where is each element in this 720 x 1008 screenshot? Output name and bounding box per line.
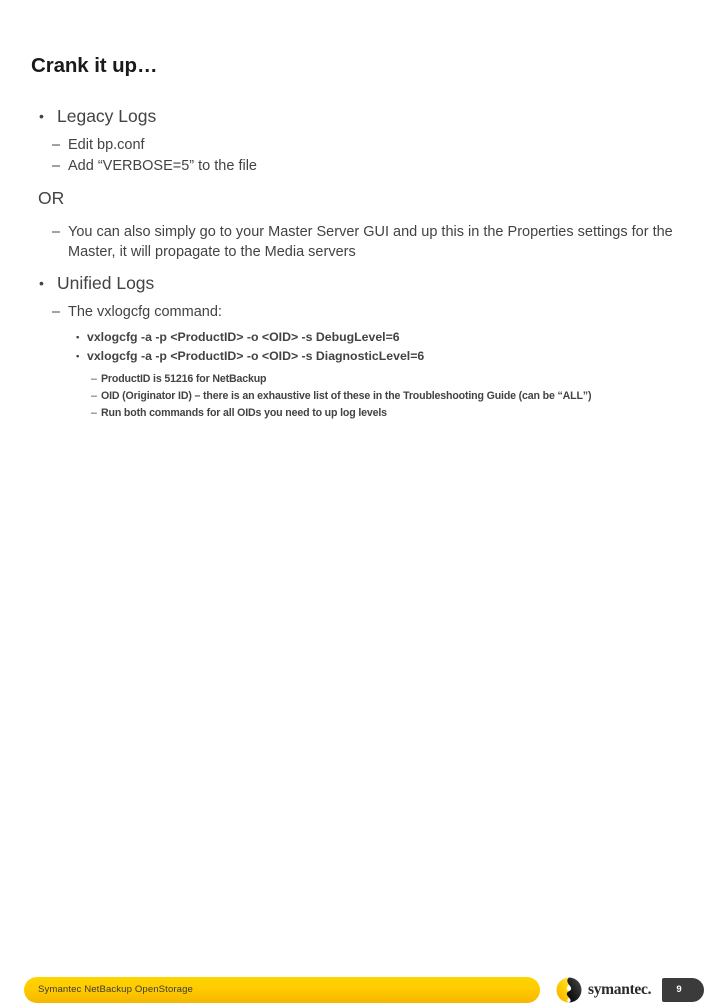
bullet-marker-dot: • bbox=[76, 332, 80, 343]
bullet-marker-dash: – bbox=[52, 158, 61, 174]
note-text: OID (Originator ID) – there is an exhaus… bbox=[101, 390, 592, 402]
bullet-text: OR bbox=[38, 188, 65, 208]
bullet-marker-dash: – bbox=[91, 373, 97, 385]
note-text: ProductID is 51216 for NetBackup bbox=[101, 373, 267, 385]
bullet-marker-dash: – bbox=[52, 304, 61, 320]
bullet-level4: – ProductID is 51216 for NetBackup bbox=[0, 371, 720, 388]
bullet-marker-dash: – bbox=[91, 390, 97, 402]
bullet-level3: • vxlogcfg -a -p <ProductID> -o <OID> -s… bbox=[0, 328, 720, 347]
bullet-level2: – Edit bp.conf bbox=[0, 135, 720, 156]
symantec-checkmark-icon bbox=[556, 977, 582, 1003]
bullet-text: Edit bp.conf bbox=[68, 137, 145, 153]
page-title: Crank it up… bbox=[31, 54, 158, 77]
bullet-level3: • vxlogcfg -a -p <ProductID> -o <OID> -s… bbox=[0, 347, 720, 366]
footer-banner-label: Symantec NetBackup OpenStorage bbox=[38, 984, 193, 995]
bullet-text: Legacy Logs bbox=[57, 106, 157, 126]
slide: Crank it up… • Legacy Logs – Edit bp.con… bbox=[0, 0, 720, 1003]
bullet-level1: • Unified Logs bbox=[0, 271, 720, 296]
bullet-level4: – OID (Originator ID) – there is an exha… bbox=[0, 388, 720, 405]
bullet-marker-dash: – bbox=[52, 137, 61, 153]
brand-wordmark: symantec. bbox=[588, 981, 652, 999]
slide-number-text: 9 bbox=[676, 984, 682, 995]
slide-number-badge: 9 bbox=[662, 978, 704, 1002]
bullet-marker-dot: • bbox=[39, 108, 44, 124]
slide-footer: Symantec NetBackup OpenStorage symantec.… bbox=[0, 480, 720, 1003]
footer-banner: Symantec NetBackup OpenStorage bbox=[24, 977, 540, 1003]
bullet-level1: • Legacy Logs bbox=[0, 104, 720, 129]
bullet-level2-paragraph: – You can also simply go to your Master … bbox=[0, 223, 720, 262]
bullet-text: Add “VERBOSE=5” to the file bbox=[68, 158, 257, 174]
bullet-text: The vxlogcfg command: bbox=[68, 304, 222, 320]
text-or: OR bbox=[0, 186, 720, 211]
slide-body: • Legacy Logs – Edit bp.conf – Add “VERB… bbox=[0, 104, 720, 422]
bullet-marker-dot: • bbox=[39, 275, 44, 291]
bullet-level2: – Add “VERBOSE=5” to the file bbox=[0, 156, 720, 177]
bullet-level2: – The vxlogcfg command: bbox=[0, 302, 720, 323]
bullet-marker-dot: • bbox=[76, 351, 80, 362]
note-text: Run both commands for all OIDs you need … bbox=[101, 407, 387, 419]
command-text: vxlogcfg -a -p <ProductID> -o <OID> -s D… bbox=[87, 349, 425, 363]
bullet-marker-dash: – bbox=[91, 407, 97, 419]
bullet-marker-dash: – bbox=[52, 224, 61, 240]
brand-logo: symantec. bbox=[556, 976, 651, 1004]
command-text: vxlogcfg -a -p <ProductID> -o <OID> -s D… bbox=[87, 330, 400, 344]
bullet-level4: – Run both commands for all OIDs you nee… bbox=[0, 405, 720, 422]
bullet-text: You can also simply go to your Master Se… bbox=[68, 224, 673, 260]
bullet-text: Unified Logs bbox=[57, 273, 155, 293]
